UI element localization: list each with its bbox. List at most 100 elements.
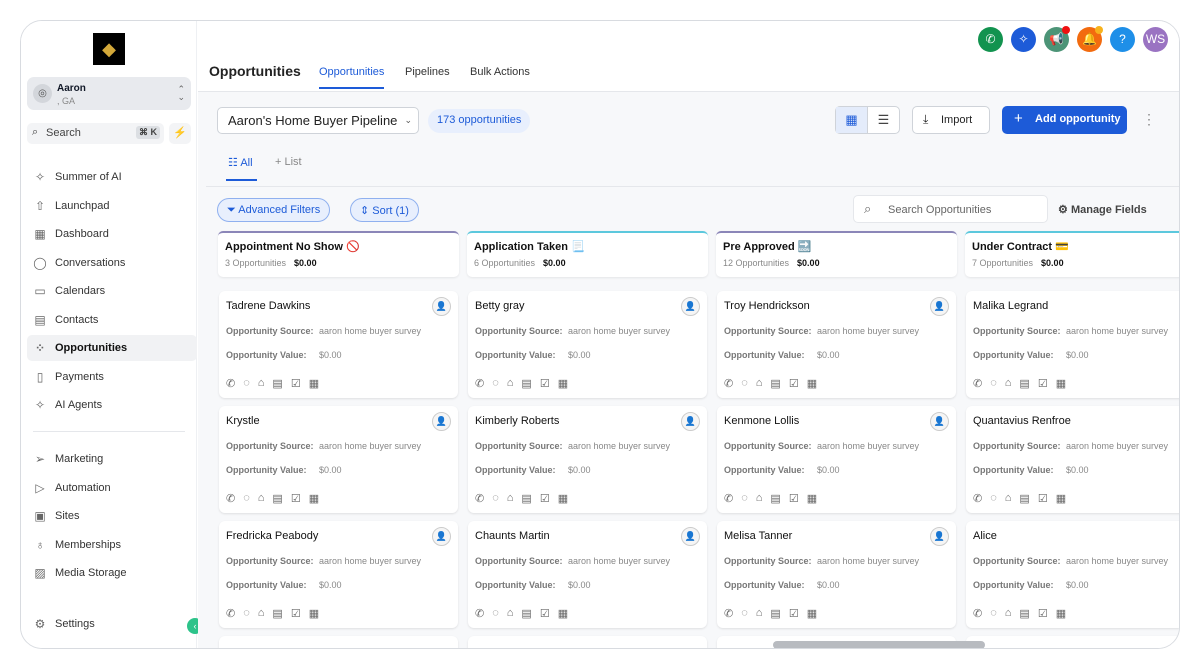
- task-icon[interactable]: ☑: [789, 377, 799, 390]
- add-list-tab[interactable]: + List: [275, 156, 302, 168]
- tag-icon[interactable]: ⌂: [756, 377, 763, 390]
- note-icon[interactable]: ▤: [521, 377, 531, 390]
- horizontal-scrollbar[interactable]: [773, 641, 985, 648]
- chat-icon[interactable]: ◌: [990, 377, 997, 390]
- appointment-icon[interactable]: ▦: [558, 492, 568, 505]
- assign-user-icon[interactable]: 👤: [432, 527, 451, 546]
- assign-user-icon[interactable]: 👤: [1179, 297, 1180, 316]
- contact-name[interactable]: Fredricka Peabody: [226, 530, 451, 542]
- more-options-icon[interactable]: ⋮: [1142, 111, 1156, 128]
- phone-icon[interactable]: ✆: [973, 377, 982, 390]
- tab-bulk-actions[interactable]: Bulk Actions: [470, 66, 530, 78]
- note-icon[interactable]: ▤: [272, 377, 282, 390]
- task-icon[interactable]: ☑: [540, 377, 550, 390]
- task-icon[interactable]: ☑: [291, 607, 301, 620]
- contact-name[interactable]: Kimberly Roberts: [475, 415, 700, 427]
- chat-icon[interactable]: ◌: [243, 492, 250, 505]
- opportunity-card[interactable]: Quantavius Renfroe👤 Opportunity Source: aa…: [966, 406, 1180, 513]
- contact-name[interactable]: Troy Hendrickson: [724, 300, 949, 312]
- ai-button[interactable]: ✧: [1011, 27, 1036, 52]
- assign-user-icon[interactable]: 👤: [930, 527, 949, 546]
- help-button[interactable]: ?: [1110, 27, 1135, 52]
- search-opportunities-input[interactable]: ⌕ Search Opportunities: [853, 195, 1048, 223]
- task-icon[interactable]: ☑: [540, 492, 550, 505]
- opportunity-card[interactable]: Alice👤 Opportunity Source: aaron home buye…: [966, 521, 1179, 628]
- contact-name[interactable]: Kenmone Lollis: [724, 415, 949, 427]
- tag-icon[interactable]: ⌂: [1005, 492, 1012, 505]
- avatar[interactable]: WS: [1143, 27, 1168, 52]
- quick-action-button[interactable]: ⚡: [169, 123, 191, 144]
- tag-icon[interactable]: ⌂: [1005, 607, 1012, 620]
- contact-name[interactable]: Melisa Tanner: [724, 530, 949, 542]
- task-icon[interactable]: ☑: [789, 492, 799, 505]
- contact-name[interactable]: Quantavius Renfroe: [973, 415, 1179, 427]
- assign-user-icon[interactable]: 👤: [1179, 412, 1180, 431]
- appointment-icon[interactable]: ▦: [1056, 492, 1066, 505]
- sidebar-item-automation[interactable]: ▷ Automation: [27, 475, 197, 501]
- search-button[interactable]: ⌕ Search ⌘ K: [27, 123, 164, 144]
- tag-icon[interactable]: ⌂: [756, 492, 763, 505]
- chat-icon[interactable]: ◌: [990, 492, 997, 505]
- tag-icon[interactable]: ⌂: [507, 377, 514, 390]
- phone-icon[interactable]: ✆: [475, 377, 484, 390]
- sidebar-item-ai-agents[interactable]: ✧ AI Agents: [27, 392, 197, 418]
- note-icon[interactable]: ▤: [770, 492, 780, 505]
- opportunity-card[interactable]: Betty gray 👤 Opportunity Source: aaron home…: [468, 291, 707, 398]
- manage-fields-button[interactable]: ⚙ Manage Fields: [1058, 203, 1147, 216]
- note-icon[interactable]: ▤: [272, 607, 282, 620]
- grid-view-button[interactable]: ▦: [836, 107, 868, 133]
- pipeline-select[interactable]: Aaron's Home Buyer Pipeline ⌄: [217, 107, 419, 134]
- account-switcher[interactable]: ◎ Aaron , GA ⌃ ⌄: [27, 77, 191, 110]
- task-icon[interactable]: ☑: [1038, 607, 1048, 620]
- opportunity-card[interactable]: Kimberly Roberts 👤 Opportunity Source: aaro…: [468, 406, 707, 513]
- import-button[interactable]: ⤓ Import: [912, 106, 990, 134]
- note-icon[interactable]: ▤: [1019, 377, 1029, 390]
- sidebar-item-media-storage[interactable]: ▨ Media Storage: [27, 560, 197, 586]
- task-icon[interactable]: ☑: [291, 492, 301, 505]
- contact-name[interactable]: Krystle: [226, 415, 451, 427]
- phone-icon[interactable]: ✆: [973, 607, 982, 620]
- note-icon[interactable]: ▤: [770, 377, 780, 390]
- tag-icon[interactable]: ⌂: [507, 607, 514, 620]
- assign-user-icon[interactable]: 👤: [930, 412, 949, 431]
- note-icon[interactable]: ▤: [521, 607, 531, 620]
- phone-icon[interactable]: ✆: [475, 492, 484, 505]
- tag-icon[interactable]: ⌂: [1005, 377, 1012, 390]
- opportunity-card[interactable]: [468, 636, 707, 648]
- tag-icon[interactable]: ⌂: [258, 492, 265, 505]
- task-icon[interactable]: ☑: [1038, 377, 1048, 390]
- tag-icon[interactable]: ⌂: [507, 492, 514, 505]
- sidebar-item-contacts[interactable]: ▤ Contacts: [27, 307, 197, 333]
- phone-icon[interactable]: ✆: [226, 607, 235, 620]
- appointment-icon[interactable]: ▦: [309, 492, 319, 505]
- phone-icon[interactable]: ✆: [475, 607, 484, 620]
- tab-pipelines[interactable]: Pipelines: [405, 66, 450, 78]
- sidebar-item-dashboard[interactable]: ▦ Dashboard: [27, 221, 197, 247]
- opportunity-card[interactable]: Kenmone Lollis 👤 Opportunity Source: aaron …: [717, 406, 956, 513]
- sidebar-item-launchpad[interactable]: ⇧ Launchpad: [27, 193, 197, 219]
- chat-icon[interactable]: ◌: [243, 607, 250, 620]
- sidebar-item-settings[interactable]: ⚙ Settings: [27, 611, 197, 637]
- chat-icon[interactable]: ◌: [492, 607, 499, 620]
- advanced-filters-button[interactable]: ⏷ Advanced Filters: [217, 198, 331, 222]
- notifications-button[interactable]: 🔔: [1077, 26, 1103, 52]
- assign-user-icon[interactable]: 👤: [681, 412, 700, 431]
- opportunity-card[interactable]: Tadrene Dawkins 👤 Opportunity Source: aaron…: [219, 291, 458, 398]
- phone-icon[interactable]: ✆: [226, 492, 235, 505]
- task-icon[interactable]: ☑: [1038, 492, 1048, 505]
- phone-icon[interactable]: ✆: [973, 492, 982, 505]
- opportunity-card[interactable]: Troy Hendrickson 👤 Opportunity Source: aaro…: [717, 291, 956, 398]
- note-icon[interactable]: ▤: [1019, 607, 1029, 620]
- contact-name[interactable]: Betty gray: [475, 300, 700, 312]
- chat-icon[interactable]: ◌: [990, 607, 997, 620]
- phone-button[interactable]: ✆: [978, 27, 1003, 52]
- add-opportunity-button[interactable]: + Add opportunity: [1002, 106, 1127, 134]
- appointment-icon[interactable]: ▦: [807, 607, 817, 620]
- chat-icon[interactable]: ◌: [741, 377, 748, 390]
- chat-icon[interactable]: ◌: [492, 492, 499, 505]
- note-icon[interactable]: ▤: [1019, 492, 1029, 505]
- phone-icon[interactable]: ✆: [724, 377, 733, 390]
- chat-icon[interactable]: ◌: [243, 377, 250, 390]
- list-view-button[interactable]: ☰: [868, 107, 899, 133]
- phone-icon[interactable]: ✆: [226, 377, 235, 390]
